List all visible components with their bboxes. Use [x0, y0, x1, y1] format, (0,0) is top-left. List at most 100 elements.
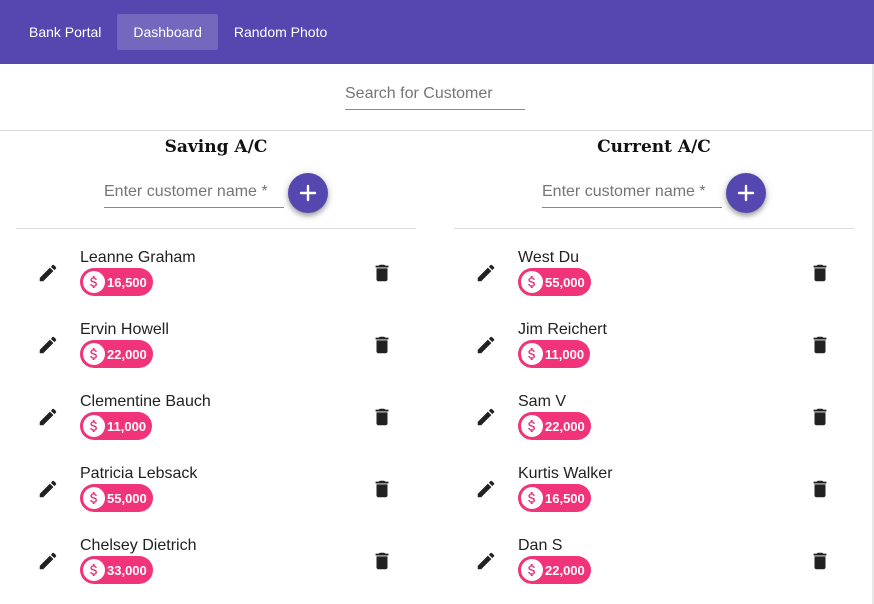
trash-icon	[813, 480, 827, 498]
trash-icon	[813, 408, 827, 426]
edit-button[interactable]	[34, 259, 62, 287]
saving-title: Saving A/C	[164, 137, 268, 157]
trash-icon	[375, 480, 389, 498]
list-item: Kurtis Walker 16,500	[454, 455, 854, 527]
pencil-icon	[477, 480, 495, 498]
pencil-icon	[39, 480, 57, 498]
customer-name: Leanne Graham	[80, 249, 196, 266]
edit-button[interactable]	[472, 475, 500, 503]
pencil-icon	[477, 552, 495, 570]
current-customer-name-input[interactable]	[542, 178, 722, 206]
balance-chip: 33,000	[80, 556, 153, 584]
edit-button[interactable]	[34, 403, 62, 431]
edit-button[interactable]	[34, 547, 62, 575]
delete-button[interactable]	[806, 259, 834, 287]
current-title: Current A/C	[597, 137, 711, 157]
list-item: Jim Reichert 11,000	[454, 311, 854, 383]
pencil-icon	[39, 264, 57, 282]
delete-button[interactable]	[806, 547, 834, 575]
saving-customer-list: Leanne Graham 16,500 Ervin Howell 22,000…	[16, 239, 416, 599]
saving-customer-name-input[interactable]	[104, 178, 284, 206]
list-item: Dan S 22,000	[454, 527, 854, 599]
trash-icon	[375, 336, 389, 354]
current-customer-list: West Du 55,000 Jim Reichert 11,000 Sam V…	[454, 239, 854, 599]
delete-button[interactable]	[368, 475, 396, 503]
dollar-icon	[521, 415, 543, 437]
balance-amount: 11,000	[107, 418, 147, 434]
saving-account-panel: Saving A/C Leanne Graham 16,500	[16, 131, 416, 604]
customer-name: Sam V	[518, 393, 567, 410]
dollar-icon	[521, 559, 543, 581]
edit-button[interactable]	[472, 259, 500, 287]
dollar-icon	[521, 271, 543, 293]
delete-button[interactable]	[368, 259, 396, 287]
delete-button[interactable]	[806, 475, 834, 503]
delete-button[interactable]	[368, 547, 396, 575]
customer-name: Clementine Bauch	[80, 393, 211, 410]
dollar-icon	[83, 343, 105, 365]
app-bar: Bank Portal Dashboard Random Photo	[0, 0, 874, 64]
delete-button[interactable]	[806, 403, 834, 431]
pencil-icon	[39, 552, 57, 570]
list-item: Sam V 22,000	[454, 383, 854, 455]
balance-chip: 11,000	[518, 340, 591, 368]
nav-bank-portal[interactable]: Bank Portal	[13, 14, 117, 50]
dollar-icon	[83, 415, 105, 437]
dollar-icon	[83, 487, 105, 509]
balance-amount: 22,000	[107, 346, 147, 362]
edit-button[interactable]	[472, 547, 500, 575]
balance-chip: 55,000	[518, 268, 591, 296]
balance-chip: 22,000	[80, 340, 153, 368]
plus-icon	[737, 184, 755, 202]
search-field	[345, 80, 525, 110]
dollar-icon	[83, 271, 105, 293]
list-item: Ervin Howell 22,000	[16, 311, 416, 383]
pencil-icon	[477, 336, 495, 354]
customer-name: Patricia Lebsack	[80, 465, 198, 482]
customer-name: Dan S	[518, 537, 563, 554]
balance-amount: 55,000	[545, 274, 585, 290]
trash-icon	[375, 552, 389, 570]
customer-name: Kurtis Walker	[518, 465, 613, 482]
current-divider	[454, 228, 854, 229]
customer-name: Ervin Howell	[80, 321, 169, 338]
balance-chip: 22,000	[518, 556, 591, 584]
search-input[interactable]	[345, 80, 525, 108]
trash-icon	[813, 336, 827, 354]
delete-button[interactable]	[368, 403, 396, 431]
pencil-icon	[39, 336, 57, 354]
balance-amount: 33,000	[107, 562, 147, 578]
trash-icon	[375, 408, 389, 426]
pencil-icon	[39, 408, 57, 426]
plus-icon	[299, 184, 317, 202]
list-item: Leanne Graham 16,500	[16, 239, 416, 311]
saving-name-field	[104, 178, 284, 208]
list-item: West Du 55,000	[454, 239, 854, 311]
balance-amount: 11,000	[545, 346, 585, 362]
dollar-icon	[83, 559, 105, 581]
edit-button[interactable]	[472, 403, 500, 431]
customer-name: West Du	[518, 249, 580, 266]
edit-button[interactable]	[472, 331, 500, 359]
saving-add-button[interactable]	[288, 173, 328, 213]
dollar-icon	[521, 343, 543, 365]
nav-tab-dashboard[interactable]: Dashboard	[117, 14, 218, 50]
customer-name: Chelsey Dietrich	[80, 537, 197, 554]
current-account-panel: Current A/C West Du 55,000	[454, 131, 854, 604]
edit-button[interactable]	[34, 331, 62, 359]
balance-amount: 22,000	[545, 418, 585, 434]
balance-chip: 16,500	[80, 268, 153, 296]
edit-button[interactable]	[34, 475, 62, 503]
delete-button[interactable]	[806, 331, 834, 359]
balance-chip: 11,000	[80, 412, 153, 440]
balance-chip: 22,000	[518, 412, 591, 440]
balance-amount: 22,000	[545, 562, 585, 578]
dollar-icon	[521, 487, 543, 509]
balance-amount: 16,500	[545, 490, 585, 506]
trash-icon	[813, 264, 827, 282]
balance-amount: 16,500	[107, 274, 147, 290]
current-add-button[interactable]	[726, 173, 766, 213]
balance-chip: 55,000	[80, 484, 153, 512]
nav-tab-random-photo[interactable]: Random Photo	[218, 14, 343, 50]
delete-button[interactable]	[368, 331, 396, 359]
